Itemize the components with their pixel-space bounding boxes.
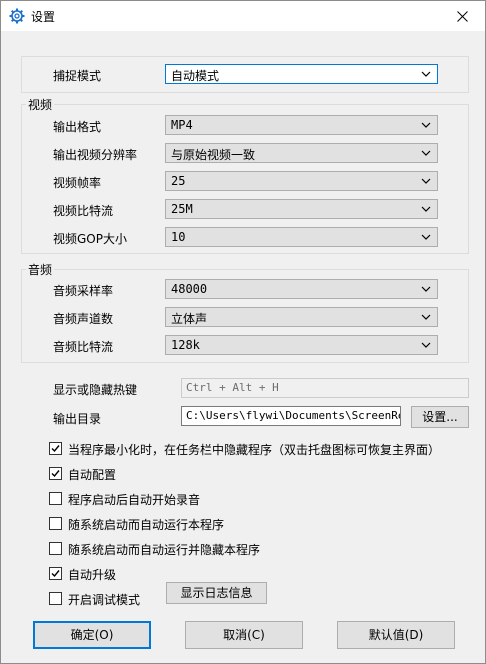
capture-mode-label: 捕捉模式	[53, 69, 102, 83]
audio-bitrate-select[interactable]: 128k	[165, 335, 438, 355]
option-checkbox[interactable]	[49, 467, 62, 480]
settings-dialog: 设置 捕捉模式 自动模式 视频 输出格式 MP4 输出视频分辨率 与原始视频一致…	[0, 0, 486, 664]
option-label: 自动升级	[68, 568, 117, 582]
window-title: 设置	[31, 10, 56, 24]
close-button[interactable]	[439, 1, 485, 31]
chevron-down-icon	[421, 286, 431, 292]
option-checkbox[interactable]	[49, 442, 62, 455]
option-label: 随系统启动而自动运行本程序	[68, 518, 225, 532]
hotkey-field[interactable]: Ctrl + Alt + H	[181, 378, 469, 398]
chevron-down-icon	[421, 122, 431, 128]
resolution-select[interactable]: 与原始视频一致	[165, 143, 438, 163]
checkmark-icon	[51, 470, 60, 478]
output-format-label: 输出格式	[53, 120, 102, 134]
close-icon	[456, 10, 468, 22]
video-group-title: 视频	[26, 96, 55, 113]
title-bar: 设置	[1, 1, 485, 31]
capture-mode-select[interactable]: 自动模式	[165, 64, 438, 84]
ok-button[interactable]: 确定(O)	[33, 621, 151, 649]
channels-label: 音频声道数	[53, 312, 114, 326]
channels-select[interactable]: 立体声	[165, 307, 438, 327]
video-bitrate-label: 视频比特流	[53, 204, 114, 218]
gop-label: 视频GOP大小	[53, 232, 127, 246]
gop-select[interactable]: 10	[165, 227, 438, 247]
gear-icon	[9, 8, 25, 24]
option-label: 程序启动后自动开始录音	[68, 493, 201, 507]
checkmark-icon	[51, 445, 60, 453]
default-button[interactable]: 默认值(D)	[337, 621, 455, 649]
output-dir-field[interactable]: C:\Users\flywi\Documents\ScreenRecor	[181, 406, 401, 426]
chevron-down-icon	[421, 234, 431, 240]
option-label: 自动配置	[68, 468, 117, 482]
browse-output-button[interactable]: 设置...	[411, 406, 469, 428]
chevron-down-icon	[421, 71, 431, 77]
option-checkbox[interactable]	[49, 492, 62, 505]
hotkey-label: 显示或隐藏热键	[53, 383, 138, 397]
option-checkbox[interactable]	[49, 567, 62, 580]
samplerate-label: 音频采样率	[53, 284, 114, 298]
option-checkbox[interactable]	[49, 592, 62, 605]
show-log-button[interactable]: 显示日志信息	[166, 582, 267, 604]
checkmark-icon	[51, 570, 60, 578]
output-dir-label: 输出目录	[53, 412, 102, 426]
chevron-down-icon	[421, 150, 431, 156]
resolution-label: 输出视频分辨率	[53, 148, 138, 162]
video-bitrate-select[interactable]: 25M	[165, 199, 438, 219]
option-label: 随系统启动而自动运行并隐藏本程序	[68, 543, 261, 557]
samplerate-select[interactable]: 48000	[165, 279, 438, 299]
cancel-button[interactable]: 取消(C)	[185, 621, 303, 649]
output-format-select[interactable]: MP4	[165, 115, 438, 135]
chevron-down-icon	[421, 314, 431, 320]
chevron-down-icon	[421, 178, 431, 184]
chevron-down-icon	[421, 342, 431, 348]
option-checkbox[interactable]	[49, 517, 62, 530]
framerate-label: 视频帧率	[53, 176, 102, 190]
chevron-down-icon	[421, 206, 431, 212]
option-label: 当程序最小化时，在任务栏中隐藏程序（双击托盘图标可恢复主界面）	[68, 443, 441, 457]
option-label: 开启调试模式	[68, 593, 141, 607]
audio-bitrate-label: 音频比特流	[53, 340, 114, 354]
option-checkbox[interactable]	[49, 542, 62, 555]
audio-group-title: 音频	[26, 261, 55, 278]
framerate-select[interactable]: 25	[165, 171, 438, 191]
